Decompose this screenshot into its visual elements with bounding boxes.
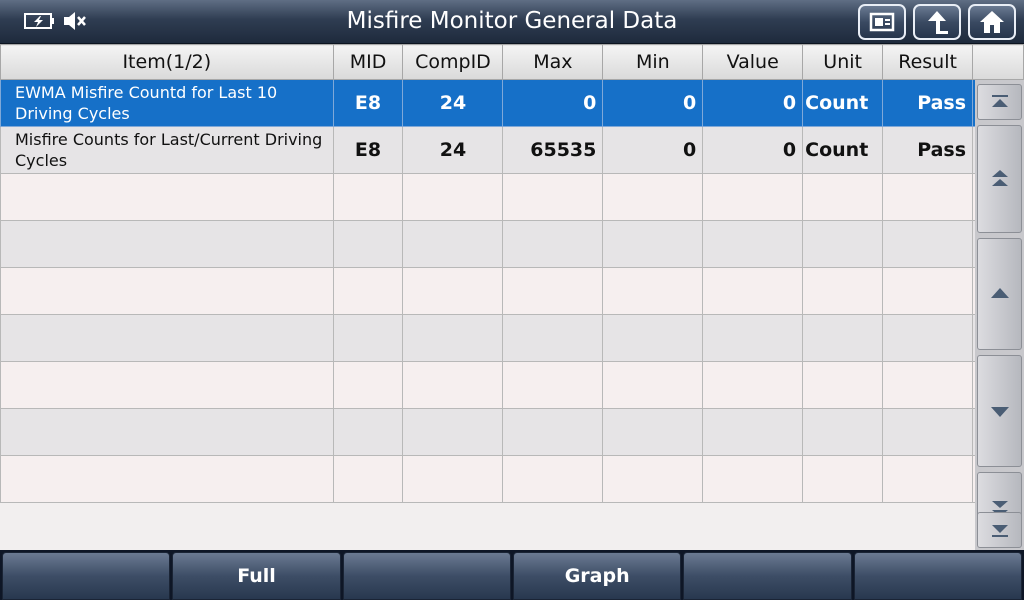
- empty-row: [0, 408, 1024, 456]
- graph-button[interactable]: Graph: [512, 552, 682, 600]
- back-icon: [928, 11, 948, 34]
- column-header-compid[interactable]: CompID: [402, 44, 504, 80]
- empty-row: [0, 267, 1024, 315]
- empty-row: [0, 361, 1024, 409]
- data-table: Item(1/2) MID CompID Max Min Value Unit …: [0, 44, 1024, 503]
- cell-result: Pass: [882, 79, 974, 127]
- cell-unit: Count: [802, 126, 884, 174]
- line-up-button[interactable]: [977, 238, 1022, 350]
- data-grid: Item(1/2) MID CompID Max Min Value Unit …: [0, 44, 1024, 550]
- cell-max: 65535: [502, 126, 604, 174]
- empty-row: [0, 220, 1024, 268]
- full-button[interactable]: Full: [172, 552, 341, 600]
- cell-value: 0: [702, 79, 804, 127]
- column-header-blank: [972, 44, 1024, 80]
- scroll-top-icon: [991, 95, 1008, 107]
- line-down-button[interactable]: [977, 355, 1022, 467]
- bottom-button-3[interactable]: [342, 552, 511, 600]
- home-button[interactable]: [968, 4, 1016, 40]
- table-row[interactable]: Misfire Counts for Last/Current Driving …: [0, 126, 1024, 174]
- scroll-bar: [975, 80, 1024, 550]
- cell-result: Pass: [882, 126, 974, 174]
- table-row[interactable]: EWMA Misfire Countd for Last 10 Driving …: [0, 79, 1024, 127]
- bottom-toolbar: Full Graph: [0, 550, 1024, 600]
- cell-compid: 24: [402, 79, 504, 127]
- bottom-button-1[interactable]: [2, 552, 171, 600]
- scroll-top-button[interactable]: [977, 84, 1022, 120]
- cell-mid: E8: [332, 79, 404, 127]
- empty-row: [0, 173, 1024, 221]
- cell-item: Misfire Counts for Last/Current Driving …: [0, 126, 334, 174]
- cell-min: 0: [602, 79, 704, 127]
- cell-min: 0: [602, 126, 704, 174]
- column-header-item[interactable]: Item(1/2): [0, 44, 334, 80]
- cell-value: 0: [702, 126, 804, 174]
- cell-unit: Count: [802, 79, 884, 127]
- column-header-value[interactable]: Value: [702, 44, 804, 80]
- title-bar: Misfire Monitor General Data: [0, 0, 1024, 44]
- scroll-bottom-button[interactable]: [977, 512, 1022, 548]
- page-up-button[interactable]: [977, 125, 1022, 233]
- screenshot-icon: [869, 12, 895, 32]
- table-header: Item(1/2) MID CompID Max Min Value Unit …: [0, 44, 1024, 80]
- column-header-unit[interactable]: Unit: [802, 44, 884, 80]
- column-header-result[interactable]: Result: [882, 44, 974, 80]
- screenshot-button[interactable]: [858, 4, 906, 40]
- cell-max: 0: [502, 79, 604, 127]
- bottom-button-5[interactable]: [683, 552, 852, 600]
- home-icon: [980, 11, 1004, 33]
- column-header-mid[interactable]: MID: [332, 44, 404, 80]
- column-header-min[interactable]: Min: [602, 44, 704, 80]
- cell-compid: 24: [402, 126, 504, 174]
- page-up-icon: [991, 170, 1008, 186]
- back-button[interactable]: [913, 4, 961, 40]
- column-header-max[interactable]: Max: [502, 44, 604, 80]
- empty-row: [0, 455, 1024, 503]
- scroll-bottom-icon: [991, 525, 1008, 537]
- line-down-icon: [990, 407, 1009, 417]
- cell-item: EWMA Misfire Countd for Last 10 Driving …: [0, 79, 334, 127]
- bottom-button-6[interactable]: [853, 552, 1022, 600]
- empty-row: [0, 314, 1024, 362]
- line-up-icon: [990, 288, 1009, 298]
- cell-mid: E8: [332, 126, 404, 174]
